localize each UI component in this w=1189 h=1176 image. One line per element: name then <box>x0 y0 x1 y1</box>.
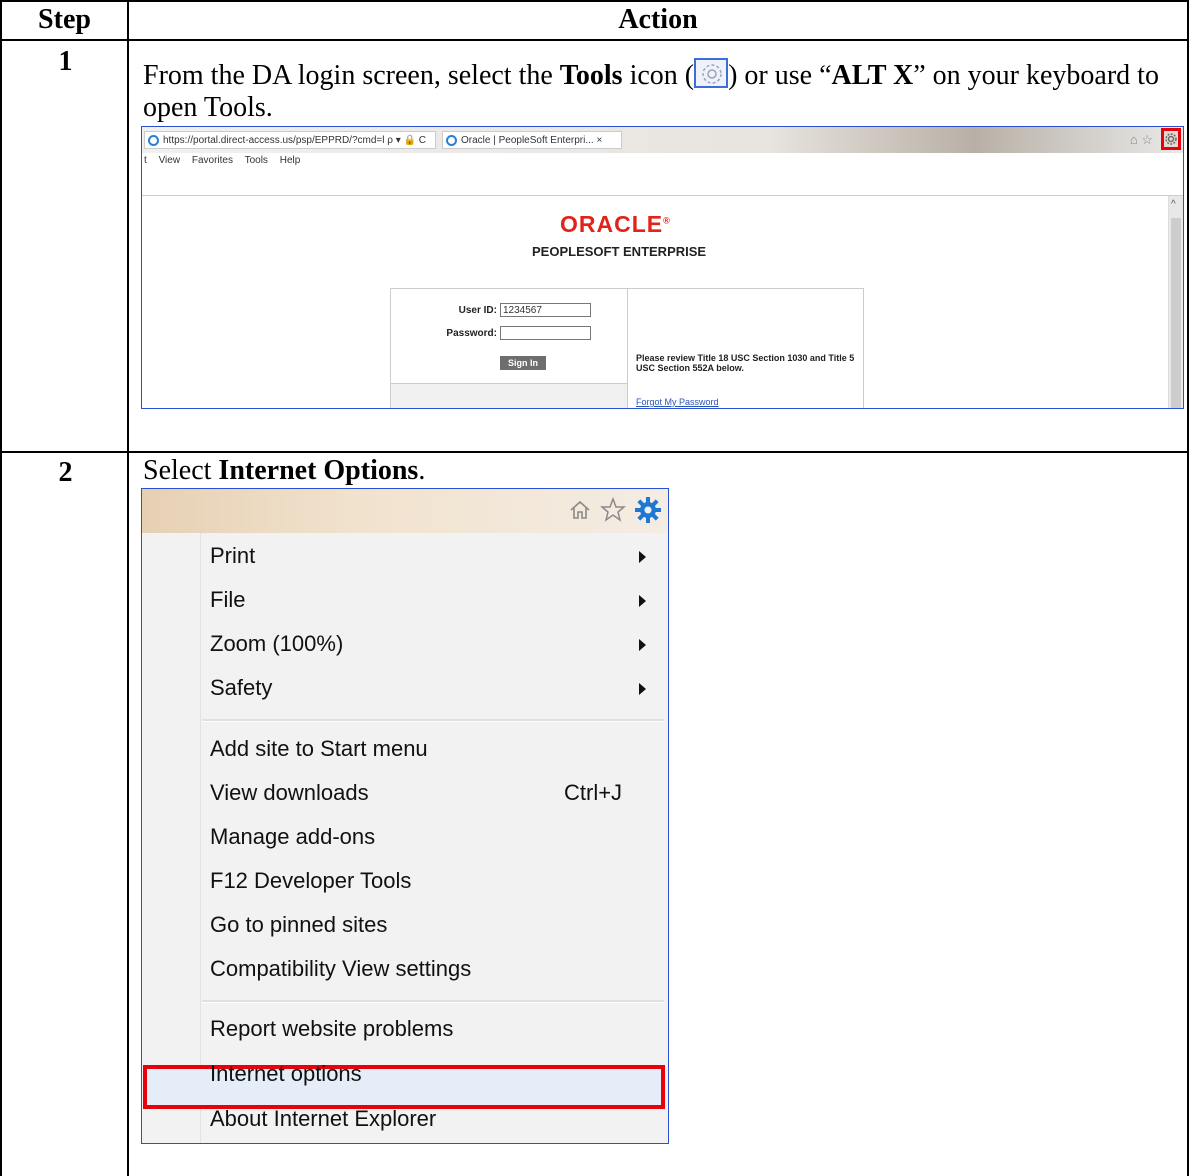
chevron-right-icon <box>639 683 646 695</box>
browser-menu-bar: t View Favorites Tools Help <box>142 155 309 166</box>
step-1-bold-tools: Tools <box>559 60 623 91</box>
table-col-divider <box>127 0 129 1176</box>
menu-item-internet-options[interactable]: Internet options <box>210 1061 362 1087</box>
star-icon[interactable]: ☆ <box>1141 132 1153 147</box>
login-panel-footer <box>391 383 627 408</box>
home-icon[interactable] <box>568 498 592 522</box>
oracle-logo-tm: ® <box>663 215 671 226</box>
menu-separator <box>202 719 664 722</box>
userid-field[interactable]: 1234567 <box>500 303 591 317</box>
menu-item-edit[interactable]: t <box>144 155 147 166</box>
step-2-bold-internet-options: Internet Options <box>218 455 419 486</box>
screenshot-login-page: https://portal.direct-access.us/psp/EPPR… <box>141 126 1184 409</box>
chevron-right-icon <box>639 551 646 563</box>
screenshot-tools-menu: Print File Zoom (100%) Safety Add site t… <box>141 488 669 1144</box>
tools-gear-highlight[interactable] <box>1161 128 1181 150</box>
step-2-instructions: Select Internet Options. <box>143 455 1178 487</box>
menu-item-about-ie[interactable]: About Internet Explorer <box>210 1106 436 1132</box>
tools-dropdown-menu: Print File Zoom (100%) Safety Add site t… <box>142 533 668 1143</box>
login-panel-divider <box>627 289 628 408</box>
browser-toolbar <box>142 489 668 533</box>
step-1-bold-alt-x: ALT X <box>831 60 914 91</box>
content-separator <box>142 195 1183 196</box>
step-1-text-c: ) or use “ <box>728 60 832 91</box>
ie-icon <box>148 135 159 146</box>
vertical-scrollbar[interactable]: ^ <box>1168 196 1183 408</box>
chevron-right-icon <box>639 639 646 651</box>
menu-item-manage-addons[interactable]: Manage add-ons <box>210 824 375 850</box>
browser-tab-title: Oracle | PeopleSoft Enterpri... × <box>461 135 603 146</box>
view-downloads-shortcut: Ctrl+J <box>564 780 623 805</box>
peoplesoft-subtitle: PEOPLESOFT ENTERPRISE <box>532 244 707 259</box>
menu-icon-gutter <box>200 533 201 1143</box>
menu-item-safety[interactable]: Safety <box>210 675 272 701</box>
userid-label: User ID: <box>458 305 497 316</box>
menu-item-tools[interactable]: Tools <box>245 155 268 166</box>
menu-item-view[interactable]: View <box>159 155 181 166</box>
step-number-1: 1 <box>58 46 73 77</box>
password-field[interactable] <box>500 326 591 340</box>
home-icon[interactable]: ⌂ <box>1130 132 1138 147</box>
address-bar-url: https://portal.direct-access.us/psp/EPPR… <box>163 135 426 146</box>
oracle-logo-text: ORACLE <box>560 211 664 237</box>
chevron-up-icon[interactable]: ^ <box>1171 199 1176 210</box>
menu-item-compatibility-view[interactable]: Compatibility View settings <box>210 956 471 982</box>
toolbar-icons <box>568 496 662 524</box>
password-label: Password: <box>446 328 497 339</box>
gear-icon[interactable] <box>634 496 662 524</box>
table-row-divider <box>0 451 1189 453</box>
oracle-logo: ORACLE® <box>560 211 671 238</box>
step-1-text-b: icon ( <box>622 60 695 91</box>
header-action: Action <box>618 4 698 35</box>
header-step: Step <box>38 4 91 35</box>
menu-item-add-site[interactable]: Add site to Start menu <box>210 736 428 762</box>
sign-in-button[interactable]: Sign In <box>500 356 546 370</box>
step-1-instructions: From the DA login screen, select the Too… <box>143 58 1178 124</box>
menu-item-f12-tools[interactable]: F12 Developer Tools <box>210 868 411 894</box>
address-bar[interactable]: https://portal.direct-access.us/psp/EPPR… <box>144 131 436 149</box>
ie-icon <box>446 135 457 146</box>
toolbar-icons: ⌂ ☆ <box>1130 132 1153 148</box>
menu-item-zoom[interactable]: Zoom (100%) <box>210 631 343 657</box>
browser-toolbar: https://portal.direct-access.us/psp/EPPR… <box>142 127 1183 153</box>
menu-item-print[interactable]: Print <box>210 543 255 569</box>
menu-item-help[interactable]: Help <box>280 155 301 166</box>
menu-item-favorites[interactable]: Favorites <box>192 155 233 166</box>
scrollbar-thumb[interactable] <box>1171 218 1181 408</box>
menu-item-file[interactable]: File <box>210 587 245 613</box>
forgot-password-link[interactable]: Forgot My Password <box>636 397 719 407</box>
menu-item-report-problems[interactable]: Report website problems <box>210 1016 453 1042</box>
step-number-2: 2 <box>58 457 73 488</box>
menu-separator <box>202 1000 664 1003</box>
menu-item-view-downloads[interactable]: View downloads <box>210 780 369 806</box>
star-icon[interactable] <box>600 497 626 523</box>
table-border-left <box>0 0 2 1176</box>
chevron-right-icon <box>639 595 646 607</box>
step-2-text-a: Select <box>143 455 219 486</box>
gear-icon <box>694 58 729 88</box>
menu-item-pinned-sites[interactable]: Go to pinned sites <box>210 912 387 938</box>
gear-icon <box>1165 133 1177 145</box>
step-1-text-a: From the DA login screen, select the <box>143 60 560 91</box>
browser-tab[interactable]: Oracle | PeopleSoft Enterpri... × <box>442 131 622 149</box>
legal-notice: Please review Title 18 USC Section 1030 … <box>636 353 855 373</box>
table-header-divider <box>0 39 1189 41</box>
login-panel: User ID: 1234567 Password: Sign In Pleas… <box>390 288 864 408</box>
step-2-text-b: . <box>418 455 426 486</box>
